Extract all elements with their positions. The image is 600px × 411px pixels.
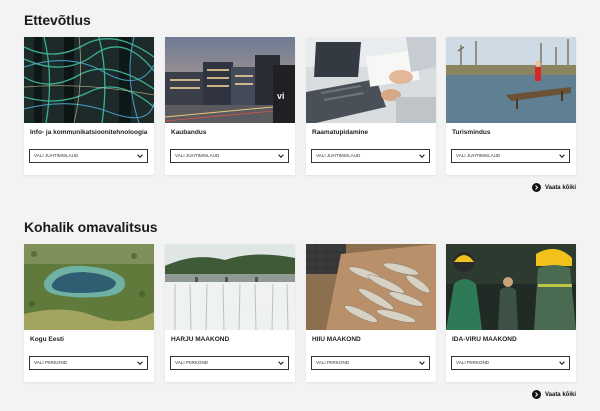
see-all-link[interactable]: Vaata kõiki	[531, 390, 576, 399]
card-hiiu-maakond[interactable]: HIIU MAAKOND VALI PIIRKOND	[306, 244, 436, 382]
card-grid: Kogu Eesti VALI PIIRKOND HARJU MAAKOND V…	[24, 244, 576, 382]
card-turismindus[interactable]: Turismindus VALI JUHTIMISLAUD	[446, 37, 576, 175]
see-all-link[interactable]: Vaata kõiki	[531, 183, 576, 192]
card-kaubandus[interactable]: vi Kaubandus VALI JUHTIMISLAUD	[165, 37, 295, 175]
select-value: VALI JUHTIMISLAUD	[456, 153, 501, 158]
card-image-forest-lake[interactable]	[24, 244, 154, 330]
section-kohalik-omavalitsus: Kohalik omavalitsus Kogu Eesti VALI PIIR…	[24, 218, 576, 408]
region-select[interactable]: VALI PIIRKOND	[170, 356, 289, 370]
chevron-down-icon	[278, 361, 284, 365]
card-label: HIIU MAAKOND	[312, 336, 361, 343]
card-image-city-buildings[interactable]: vi	[165, 37, 295, 123]
card-image-waterfall[interactable]	[165, 244, 295, 330]
card-label: Kaubandus	[171, 129, 207, 136]
section-title: Ettevõtlus	[24, 12, 91, 28]
dashboard-select[interactable]: VALI JUHTIMISLAUD	[170, 149, 289, 163]
svg-text:vi: vi	[277, 91, 285, 101]
card-label: Raamatupidamine	[312, 129, 368, 136]
chevron-down-icon	[278, 154, 284, 158]
card-image-server-cables[interactable]	[24, 37, 154, 123]
region-select[interactable]: VALI PIIRKOND	[29, 356, 148, 370]
select-value: VALI PIIRKOND	[316, 360, 350, 365]
chevron-down-icon	[137, 154, 143, 158]
chevron-down-icon	[559, 154, 565, 158]
select-value: VALI JUHTIMISLAUD	[175, 153, 220, 158]
select-value: VALI PIIRKOND	[456, 360, 490, 365]
card-image-lake-pier[interactable]	[446, 37, 576, 123]
dashboard-select[interactable]: VALI JUHTIMISLAUD	[451, 149, 570, 163]
card-label: HARJU MAAKOND	[171, 336, 230, 343]
section-ettevotlus: Ettevõtlus Info- ja kommunikatsioonitehn…	[24, 11, 576, 201]
card-harju-maakond[interactable]: HARJU MAAKOND VALI PIIRKOND	[165, 244, 295, 382]
arrow-right-icon	[531, 390, 541, 399]
card-ikt[interactable]: Info- ja kommunikatsioonitehnoloogia VAL…	[24, 37, 154, 175]
chevron-down-icon	[419, 361, 425, 365]
select-value: VALI JUHTIMISLAUD	[34, 153, 79, 158]
see-all-label: Vaata kõiki	[544, 184, 576, 191]
card-label: Info- ja kommunikatsioonitehnoloogia	[30, 129, 148, 136]
chevron-down-icon	[419, 154, 425, 158]
arrow-right-icon	[531, 183, 541, 192]
card-label: IDA-VIRU MAAKOND	[452, 336, 517, 343]
card-kogu-eesti[interactable]: Kogu Eesti VALI PIIRKOND	[24, 244, 154, 382]
card-grid: Info- ja kommunikatsioonitehnoloogia VAL…	[24, 37, 576, 175]
region-select[interactable]: VALI PIIRKOND	[311, 356, 430, 370]
dashboard-select[interactable]: VALI JUHTIMISLAUD	[311, 149, 430, 163]
chevron-down-icon	[137, 361, 143, 365]
dashboard-select[interactable]: VALI JUHTIMISLAUD	[29, 149, 148, 163]
card-image-laptop-office[interactable]	[306, 37, 436, 123]
card-label: Kogu Eesti	[30, 336, 64, 343]
card-raamatupidamine[interactable]: Raamatupidamine VALI JUHTIMISLAUD	[306, 37, 436, 175]
select-value: VALI PIIRKOND	[34, 360, 68, 365]
select-value: VALI JUHTIMISLAUD	[316, 153, 361, 158]
card-label: Turismindus	[452, 129, 491, 136]
region-select[interactable]: VALI PIIRKOND	[451, 356, 570, 370]
chevron-down-icon	[559, 361, 565, 365]
card-image-fish-box[interactable]	[306, 244, 436, 330]
section-title: Kohalik omavalitsus	[24, 219, 158, 235]
see-all-label: Vaata kõiki	[544, 391, 576, 398]
card-image-miners[interactable]	[446, 244, 576, 330]
select-value: VALI PIIRKOND	[175, 360, 209, 365]
card-ida-viru-maakond[interactable]: IDA-VIRU MAAKOND VALI PIIRKOND	[446, 244, 576, 382]
